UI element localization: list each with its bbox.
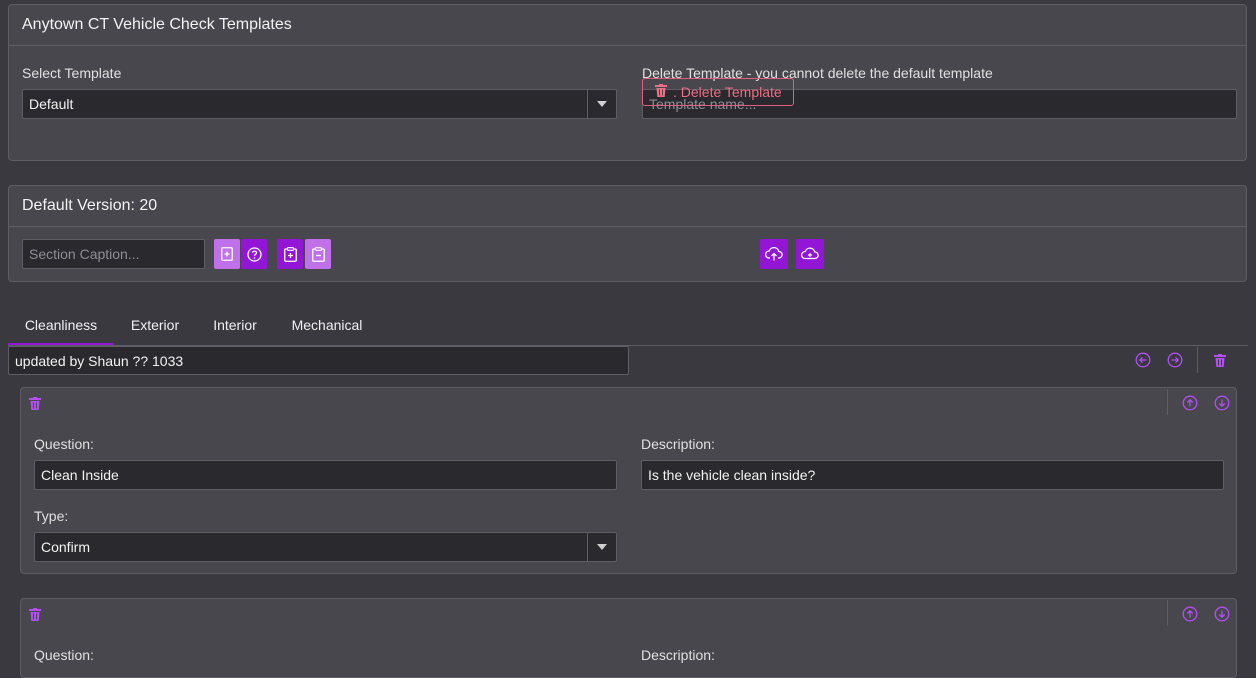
paste-remove-button[interactable]	[305, 239, 331, 269]
trash-icon	[1214, 353, 1226, 367]
trash-icon	[655, 84, 667, 100]
tab-interior[interactable]: Interior	[206, 308, 264, 346]
question-actions-divider	[1167, 600, 1168, 626]
template-select-value: Default	[29, 96, 74, 112]
description-input[interactable]: Is the vehicle clean inside?	[641, 460, 1224, 490]
description-label: Description:	[641, 647, 715, 663]
cloud-publish-icon	[801, 247, 819, 260]
version-card: Default Version: 20	[8, 185, 1247, 282]
clipboard-plus-icon	[283, 246, 297, 262]
move-question-up-button[interactable]	[1181, 394, 1199, 412]
trash-icon	[29, 396, 41, 410]
move-question-up-button[interactable]	[1181, 605, 1199, 623]
section-caption-field[interactable]: updated by Shaun ?? 1033	[8, 346, 629, 375]
type-label: Type:	[34, 508, 69, 524]
question-card: Question: Clean Inside Description: Is t…	[20, 387, 1237, 574]
arrow-right-circle-icon	[1167, 352, 1183, 368]
question-card: Question: Description:	[20, 598, 1237, 678]
publish-button[interactable]	[796, 239, 824, 269]
move-question-down-button[interactable]	[1213, 605, 1231, 623]
question-input[interactable]: Clean Inside	[34, 460, 617, 490]
chevron-down-icon[interactable]	[587, 533, 616, 561]
paste-add-button[interactable]	[277, 239, 303, 269]
chevron-down-icon[interactable]	[587, 90, 616, 118]
arrow-left-circle-icon	[1135, 352, 1151, 368]
move-section-right-button[interactable]	[1166, 351, 1184, 369]
delete-section-button[interactable]	[1211, 351, 1229, 369]
move-question-down-button[interactable]	[1213, 394, 1231, 412]
type-select-value: Confirm	[41, 539, 91, 555]
add-file-icon	[221, 247, 233, 261]
add-section-button[interactable]	[214, 239, 240, 269]
templates-title: Anytown CT Vehicle Check Templates	[9, 5, 1246, 46]
upload-button[interactable]	[760, 239, 788, 269]
tab-exterior[interactable]: Exterior	[120, 308, 190, 346]
delete-question-button[interactable]	[27, 606, 43, 622]
question-actions-divider	[1167, 389, 1168, 415]
section-actions-divider	[1197, 347, 1198, 373]
arrow-up-circle-icon	[1182, 606, 1198, 622]
version-title: Default Version: 20	[9, 186, 1246, 227]
trash-icon	[29, 607, 41, 621]
section-caption-input[interactable]	[22, 239, 205, 269]
arrow-up-circle-icon	[1182, 395, 1198, 411]
template-select[interactable]: Default	[22, 89, 617, 119]
select-template-label: Select Template	[22, 65, 122, 81]
question-label: Question:	[34, 647, 94, 663]
description-label: Description:	[641, 436, 715, 452]
question-icon	[246, 246, 262, 262]
delete-question-button[interactable]	[27, 395, 43, 411]
delete-template-button-label: . Delete Template	[673, 84, 782, 100]
section-caption-value: updated by Shaun ?? 1033	[15, 353, 184, 369]
tab-cleanliness[interactable]: Cleanliness	[8, 308, 114, 346]
arrow-down-circle-icon	[1214, 606, 1230, 622]
question-label: Question:	[34, 436, 94, 452]
arrow-down-circle-icon	[1214, 395, 1230, 411]
description-value: Is the vehicle clean inside?	[648, 467, 816, 483]
add-question-button[interactable]	[241, 239, 267, 269]
tab-mechanical[interactable]: Mechanical	[282, 308, 372, 346]
delete-template-button[interactable]: . Delete Template	[642, 78, 794, 106]
templates-card: Anytown CT Vehicle Check Templates Selec…	[8, 4, 1247, 161]
type-select[interactable]: Confirm	[34, 532, 617, 562]
clipboard-minus-icon	[311, 246, 325, 262]
question-value: Clean Inside	[41, 467, 119, 483]
cloud-upload-icon	[765, 247, 783, 261]
move-section-left-button[interactable]	[1134, 351, 1152, 369]
